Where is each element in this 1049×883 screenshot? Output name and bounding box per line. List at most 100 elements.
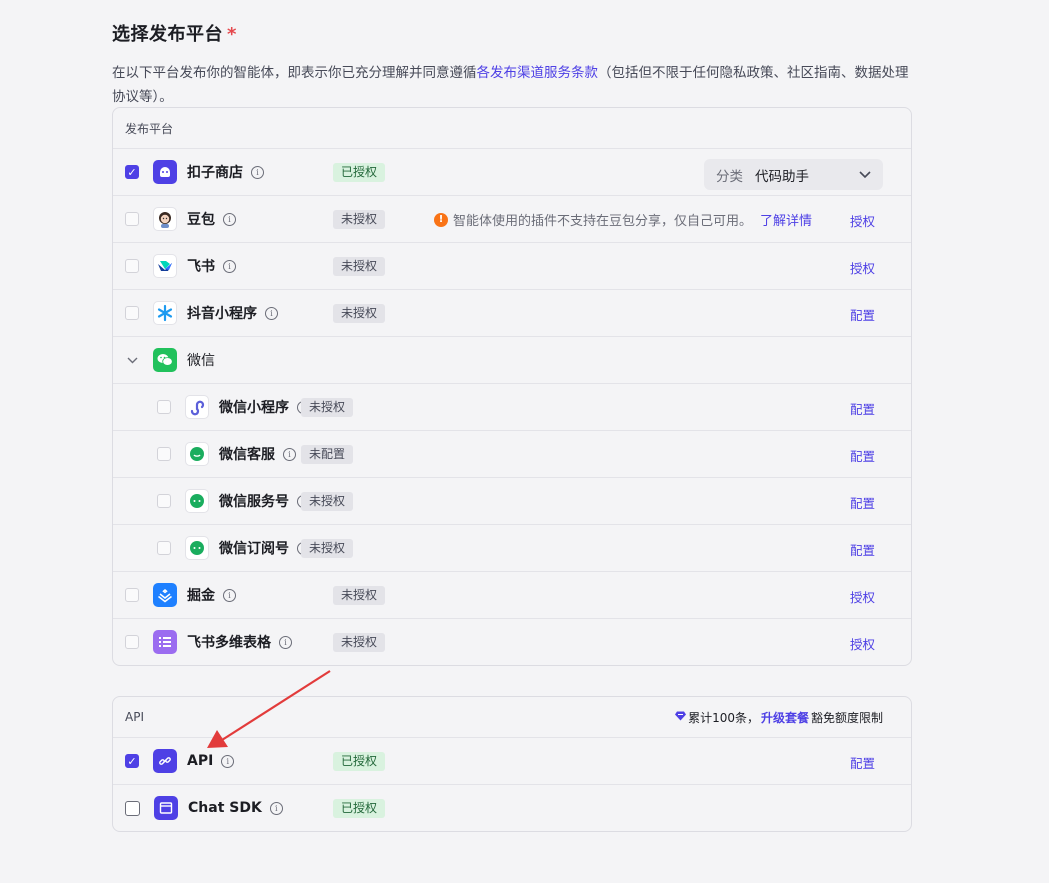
authorize-button[interactable]: 授权	[850, 634, 875, 653]
platform-name: 抖音小程序	[187, 306, 257, 322]
platform-name: 豆包	[187, 212, 215, 228]
platform-row-coze-store: ✓ 扣子商店 i 已授权 分类 代码助手	[113, 149, 911, 196]
wechat-subscription-icon	[185, 536, 209, 560]
category-select[interactable]: 分类 代码助手	[704, 159, 883, 190]
platform-name: Chat SDK	[188, 800, 262, 816]
doubao-checkbox[interactable]	[125, 212, 139, 226]
quota-notice: 累计100条， 升级套餐 豁免额度限制	[675, 709, 883, 726]
platform-row-wechat-subscription: 微信订阅号 i 未授权 配置	[113, 525, 911, 572]
feishu-bitable-checkbox[interactable]	[125, 635, 139, 649]
upgrade-plan-link[interactable]: 升级套餐	[761, 709, 809, 726]
authorize-button[interactable]: 授权	[850, 587, 875, 606]
api-section-label: API	[125, 710, 144, 724]
status-badge: 已授权	[333, 163, 386, 182]
platform-name: 微信订阅号	[219, 541, 289, 557]
warning-text: 智能体使用的插件不支持在豆包分享，仅自己可用。	[453, 214, 753, 229]
category-select-value: 代码助手	[755, 168, 809, 185]
api-header: API 累计100条， 升级套餐 豁免额度限制	[113, 697, 911, 738]
doubao-avatar-icon	[153, 207, 177, 231]
chevron-down-icon	[859, 168, 871, 182]
info-icon[interactable]: i	[265, 306, 278, 320]
configure-button[interactable]: 配置	[850, 493, 875, 512]
wechat-subscription-checkbox[interactable]	[157, 541, 171, 555]
juejin-checkbox[interactable]	[125, 588, 139, 602]
authorize-button[interactable]: 授权	[850, 211, 875, 230]
feishu-checkbox[interactable]	[125, 259, 139, 273]
terms-description: 在以下平台发布你的智能体，即表示你已充分理解并同意遵循各发布渠道服务条款（包括但…	[112, 61, 912, 109]
required-mark: *	[227, 24, 237, 45]
info-icon[interactable]: i	[279, 635, 292, 649]
platform-row-wechat-service: 微信客服 i 未配置 配置	[113, 431, 911, 478]
platforms-header: 发布平台	[113, 108, 911, 149]
coze-store-icon	[153, 160, 177, 184]
douyin-mini-program-icon	[153, 301, 177, 325]
status-badge: 未授权	[301, 539, 354, 558]
status-badge: 已授权	[333, 799, 386, 818]
platforms-section-label: 发布平台	[125, 121, 174, 136]
info-icon[interactable]: i	[221, 754, 235, 768]
platform-row-api: ✓ API i 已授权 配置	[113, 738, 911, 785]
platform-name: 飞书多维表格	[187, 635, 271, 651]
title-text: 选择发布平台	[112, 24, 223, 45]
chat-sdk-checkbox[interactable]	[125, 800, 140, 816]
info-icon[interactable]: i	[283, 447, 296, 461]
chevron-down-icon[interactable]	[125, 354, 139, 367]
authorize-button[interactable]: 授权	[850, 258, 875, 277]
douyin-mini-program-checkbox[interactable]	[125, 306, 139, 320]
platform-name: 飞书	[187, 259, 215, 275]
platform-name: 掘金	[187, 588, 215, 604]
api-checkbox[interactable]: ✓	[125, 754, 139, 768]
configure-button[interactable]: 配置	[850, 446, 875, 465]
platforms-card: 发布平台 ✓ 扣子商店 i 已授权 分类 代码助手 豆包 i 未授权 ! 智能体…	[112, 107, 912, 666]
quota-prefix: 累计100条，	[688, 710, 759, 725]
configure-button[interactable]: 配置	[850, 753, 875, 772]
status-badge: 未配置	[301, 445, 354, 464]
info-icon[interactable]: i	[269, 801, 283, 815]
quota-suffix: 豁免额度限制	[810, 710, 883, 725]
status-badge: 未授权	[301, 398, 354, 417]
terms-link[interactable]: 各发布渠道服务条款	[477, 65, 599, 81]
wechat-service-icon	[185, 442, 209, 466]
page-title: 选择发布平台 *	[112, 20, 237, 46]
warning-icon: !	[434, 212, 448, 227]
desc-prefix: 在以下平台发布你的智能体，即表示你已充分理解并同意遵循	[112, 65, 477, 81]
diamond-icon	[675, 711, 687, 724]
doubao-warning: ! 智能体使用的插件不支持在豆包分享，仅自己可用。 了解详情	[434, 210, 812, 229]
info-icon[interactable]: i	[223, 259, 236, 273]
info-icon[interactable]: i	[223, 212, 236, 226]
wechat-service-account-icon	[185, 489, 209, 513]
configure-button[interactable]: 配置	[850, 399, 875, 418]
platform-row-doubao: 豆包 i 未授权 ! 智能体使用的插件不支持在豆包分享，仅自己可用。 了解详情 …	[113, 196, 911, 243]
category-select-label: 分类	[716, 168, 743, 185]
platform-group-wechat[interactable]: 微信	[113, 337, 911, 384]
wechat-service-checkbox[interactable]	[157, 447, 171, 461]
info-icon[interactable]: i	[223, 588, 236, 602]
coze-store-checkbox[interactable]: ✓	[125, 165, 139, 179]
platform-name: API	[187, 753, 214, 769]
status-badge: 未授权	[333, 304, 386, 323]
status-badge: 已授权	[333, 752, 386, 771]
wechat-icon	[153, 348, 177, 372]
status-badge: 未授权	[333, 257, 386, 276]
platform-name: 微信	[187, 353, 215, 369]
platform-name: 微信客服	[219, 447, 275, 463]
platform-row-douyin-mini-program: 抖音小程序 i 未授权 配置	[113, 290, 911, 337]
wechat-mini-program-checkbox[interactable]	[157, 400, 171, 414]
platform-row-juejin: 掘金 i 未授权 授权	[113, 572, 911, 619]
status-badge: 未授权	[301, 492, 354, 511]
status-badge: 未授权	[333, 210, 386, 229]
api-link-icon	[153, 749, 177, 773]
platform-row-chat-sdk: Chat SDK i 已授权	[113, 785, 911, 831]
configure-button[interactable]: 配置	[850, 540, 875, 559]
wechat-service-account-checkbox[interactable]	[157, 494, 171, 508]
learn-more-link[interactable]: 了解详情	[760, 210, 812, 229]
wechat-mini-program-icon	[185, 395, 209, 419]
platform-name: 扣子商店	[187, 165, 243, 181]
status-badge: 未授权	[333, 633, 386, 652]
juejin-icon	[153, 583, 177, 607]
configure-button[interactable]: 配置	[850, 305, 875, 324]
platform-name: 微信小程序	[219, 400, 289, 416]
info-icon[interactable]: i	[251, 165, 264, 179]
platform-name: 微信服务号	[219, 494, 289, 510]
chat-sdk-window-icon	[154, 796, 178, 820]
